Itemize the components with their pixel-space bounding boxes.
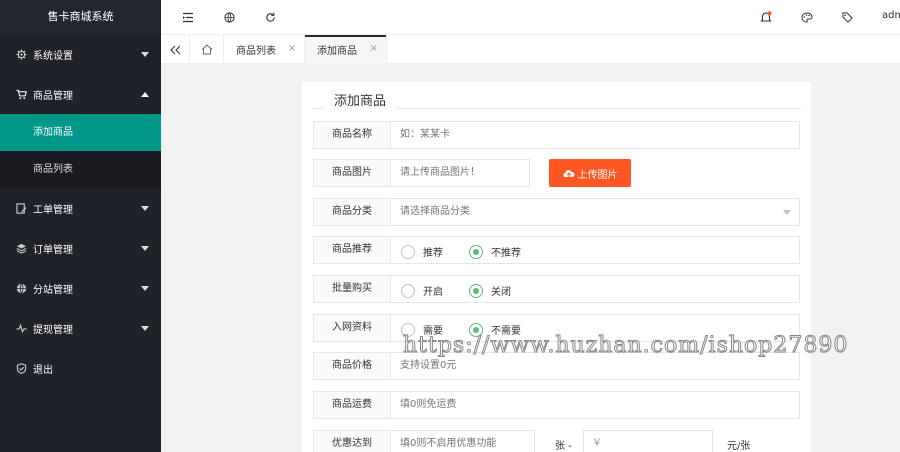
chevron-down-icon [141, 246, 149, 251]
watermark-text: https://www.huzhan.com/ishop27890 [402, 333, 849, 359]
bulk-radio-group: 开启 关闭 [391, 275, 800, 303]
radio-circle-checked [469, 283, 483, 298]
tag-icon[interactable] [840, 10, 854, 24]
chevron-down-icon [141, 326, 149, 331]
double-chevron-left-icon[interactable] [161, 35, 190, 64]
chevron-down-icon [141, 52, 149, 57]
chevron-up-icon [141, 92, 149, 97]
submenu-products: 添加商品 商品列表 [0, 114, 161, 188]
field-label: 入网资料 [313, 314, 391, 342]
field-label: 批量购买 [313, 275, 391, 303]
bell-icon[interactable] [759, 10, 773, 24]
ticket-edit-icon [15, 202, 27, 214]
form-row-bulk: 批量购买 开启 关闭 [313, 275, 800, 303]
field-label: 商品推荐 [313, 236, 391, 264]
form-title: 添加商品 [324, 90, 397, 109]
sidebar-item-system-settings[interactable]: 系统设置 [0, 34, 161, 74]
globe-icon [15, 282, 27, 294]
field-label: 商品名称 [313, 121, 391, 149]
sidebar-item-logout[interactable]: 退出 [0, 348, 161, 388]
upload-image-button[interactable]: 上传图片 [549, 159, 631, 187]
sidebar-item-label: 分站管理 [33, 284, 73, 296]
chevron-down-icon [141, 206, 149, 211]
sidebar-item-label: 工单管理 [33, 204, 73, 216]
field-label: 商品分类 [313, 198, 391, 226]
close-icon[interactable]: × [288, 43, 296, 54]
sidebar-item-label: 商品管理 [33, 90, 73, 102]
tab-product-list[interactable]: 商品列表 × [224, 35, 305, 64]
shield-icon [15, 362, 27, 374]
tabs-bar: 商品列表 × 添加商品 × [161, 35, 900, 64]
form-row-category: 商品分类 请选择商品分类 [313, 198, 800, 226]
category-select[interactable]: 请选择商品分类 [391, 198, 800, 226]
field-label: 优惠达到 [313, 430, 391, 452]
sidebar-item-label: 订单管理 [33, 244, 73, 256]
field-label: 商品运费 [313, 391, 391, 419]
chevron-down-icon [141, 286, 149, 291]
top-header: admin [161, 0, 900, 35]
radio-label: 推荐 [423, 248, 443, 259]
form-title-line: 添加商品 [312, 89, 801, 109]
form-row-name: 商品名称 如：某某卡 [313, 121, 800, 149]
sidebar-item-withdraw-management[interactable]: 提现管理 [0, 308, 161, 348]
form-row-image: 商品图片 请上传商品图片！ 上传图片 [313, 159, 800, 187]
tab-add-product[interactable]: 添加商品 × [305, 35, 387, 64]
sidebar-item-substation-management[interactable]: 分站管理 [0, 268, 161, 308]
discount-count-input[interactable]: 填0则不启用优惠功能 [391, 430, 535, 452]
globe-icon[interactable] [222, 10, 236, 24]
upload-button-label: 上传图片 [577, 169, 618, 181]
tab-label: 添加商品 [317, 46, 357, 57]
add-product-form: 添加商品 商品名称 如：某某卡 商品图片 请上传商品图片！ 上传图片 商品分类 … [302, 82, 811, 452]
home-icon[interactable] [190, 35, 224, 64]
radio-circle [401, 244, 415, 259]
radio-label: 关闭 [491, 287, 511, 298]
radio-recommend[interactable]: 推荐 [401, 244, 443, 259]
sidebar-item-label: 提现管理 [33, 324, 73, 336]
radio-not-recommend[interactable]: 不推荐 [469, 244, 521, 259]
app-logo-title: 售卡商城系统 [0, 0, 161, 34]
sidebar-item-label: 系统设置 [33, 50, 73, 62]
cart-icon [15, 88, 27, 100]
product-image-input[interactable]: 请上传商品图片！ [391, 159, 530, 187]
field-label: 商品价格 [313, 352, 391, 380]
product-name-input[interactable]: 如：某某卡 [391, 121, 800, 149]
radio-bulk-on[interactable]: 开启 [401, 283, 443, 298]
chevron-down-icon [783, 210, 791, 215]
discount-unit-label: 张 - [555, 441, 572, 452]
layers-icon [15, 242, 27, 254]
theme-icon[interactable] [800, 10, 814, 24]
radio-circle [401, 283, 415, 298]
recommend-radio-group: 推荐 不推荐 [391, 236, 800, 264]
sidebar-item-order-management[interactable]: 订单管理 [0, 228, 161, 268]
tab-label: 商品列表 [236, 46, 276, 57]
sidebar: 售卡商城系统 系统设置 商品管理 添加商品 商品列表 工单管理 订单管理 分站管… [0, 0, 161, 452]
sidebar-item-label: 退出 [33, 364, 53, 376]
radio-label: 开启 [423, 287, 443, 298]
radio-circle-checked [469, 244, 483, 259]
sidebar-item-product-management[interactable]: 商品管理 [0, 74, 161, 114]
form-row-recommend: 商品推荐 推荐 不推荐 [313, 236, 800, 264]
refresh-icon[interactable] [263, 10, 277, 24]
pulse-icon [15, 322, 27, 334]
shipping-input[interactable]: 填0则免运费 [391, 391, 800, 419]
user-name[interactable]: admin [882, 10, 900, 21]
radio-label: 不推荐 [491, 248, 521, 259]
discount-price-input[interactable]: ￥ [583, 430, 713, 452]
discount-price-unit: 元/张 [727, 441, 751, 452]
form-row-shipping: 商品运费 填0则免运费 [313, 391, 800, 419]
sidebar-item-ticket-management[interactable]: 工单管理 [0, 188, 161, 228]
close-icon[interactable]: × [370, 43, 378, 54]
cloud-upload-icon [563, 168, 575, 178]
sidebar-subitem-add-product[interactable]: 添加商品 [0, 114, 161, 151]
sidebar-subitem-product-list[interactable]: 商品列表 [0, 151, 161, 188]
radio-bulk-off[interactable]: 关闭 [469, 283, 511, 298]
menu-toggle-icon[interactable] [181, 10, 195, 24]
form-row-discount: 优惠达到 填0则不启用优惠功能 张 - ￥ 元/张 [313, 430, 800, 452]
gear-icon [15, 48, 27, 60]
field-label: 商品图片 [313, 159, 391, 187]
